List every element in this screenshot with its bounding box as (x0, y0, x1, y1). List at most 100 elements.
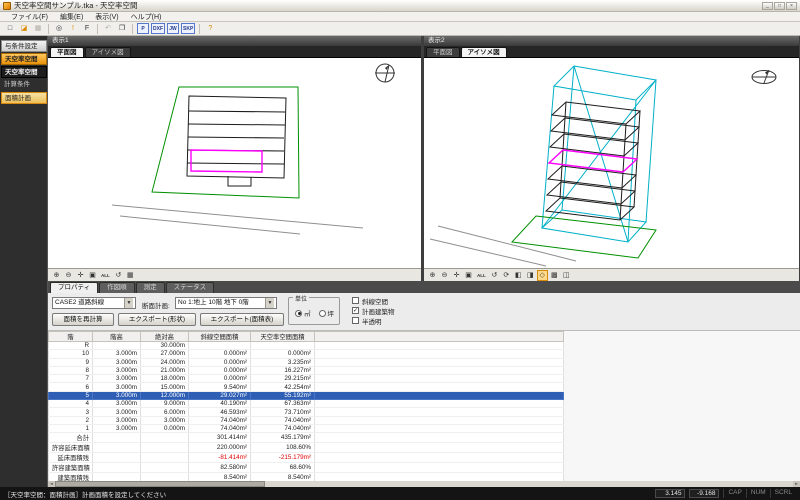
display-checkbox-0[interactable]: 斜線空間 (352, 296, 395, 305)
table-cell (315, 342, 564, 350)
section-plan-select[interactable]: No 1:地上 10階 地下 0階 ▼ (175, 297, 277, 309)
view-right-button[interactable]: ◨ (525, 270, 536, 281)
new-file-button[interactable]: □ (4, 23, 16, 34)
zoom-window-button[interactable]: ▣ (463, 270, 474, 281)
zoom-window-button[interactable]: ▣ (87, 270, 98, 281)
panel-tab-0[interactable]: プロパティ (50, 282, 98, 293)
view1-tab-1[interactable]: アイソメ図 (85, 47, 131, 57)
help-button[interactable]: ? (204, 23, 216, 34)
table-cell: 4 (49, 400, 93, 408)
zoom-all-button[interactable]: ALL (475, 270, 488, 281)
table-row[interactable]: 13.000m0.000m74.040m²74.040m² (49, 424, 564, 432)
export-plan-button[interactable]: P (137, 23, 149, 34)
display-checkbox-1[interactable]: ✓計画建築物 (352, 306, 395, 315)
table-cell (141, 433, 189, 443)
wireframe-button[interactable]: ◫ (561, 270, 572, 281)
zoom-in-button[interactable]: ⊕ (427, 270, 438, 281)
table-row[interactable]: R30.000m (49, 342, 564, 350)
export-dxf-button[interactable]: DXF (151, 23, 165, 34)
font-button[interactable]: F (81, 23, 93, 34)
table-row[interactable]: 93.000m24.000m0.000m²3.235m² (49, 358, 564, 366)
zoom-out-button[interactable]: ⊖ (439, 270, 450, 281)
summary-label: 合計 (49, 433, 93, 443)
summary-value: 108.60% (251, 443, 315, 453)
unit-radio-1[interactable]: 坪 (319, 308, 335, 318)
table-cell (141, 443, 189, 453)
export-skp-button[interactable]: SKP (181, 23, 195, 34)
plan-view-canvas[interactable] (48, 57, 421, 268)
table-row[interactable]: 63.000m15.000m9.540m²42.254m² (49, 383, 564, 391)
table-cell: 74.040m² (189, 416, 251, 424)
unit-radio-0[interactable]: ㎡ (295, 308, 311, 318)
cascade-windows-button[interactable]: ❐ (116, 23, 128, 34)
zoom-all-button[interactable]: ALL (99, 270, 112, 281)
isometric-view-button[interactable]: ◇ (537, 270, 548, 281)
checkbox-icon: ✓ (352, 307, 359, 314)
close-button[interactable]: × (786, 2, 797, 10)
table-cell: 0.000m² (189, 375, 251, 383)
table-cell (141, 453, 189, 463)
pan-button[interactable]: ✛ (75, 270, 86, 281)
find-button[interactable]: ◎ (53, 23, 65, 34)
view2-tab-0[interactable]: 平面図 (426, 47, 460, 57)
table-cell: 3.000m (141, 416, 189, 424)
minimize-button[interactable]: _ (762, 2, 773, 10)
table-row[interactable]: 83.000m21.000m0.000m²16.227m² (49, 366, 564, 374)
pan-button[interactable]: ✛ (451, 270, 462, 281)
sidebar-item-3[interactable]: 計算条件 (1, 79, 47, 91)
maximize-button[interactable]: □ (774, 2, 785, 10)
column-header: 階 (49, 332, 93, 342)
view-left-button[interactable]: ◧ (513, 270, 524, 281)
export-area-table-button[interactable]: エクスポート(面積表) (200, 313, 284, 326)
table-row[interactable]: 73.000m18.000m0.000m²29.215m² (49, 375, 564, 383)
grid-button[interactable]: ▦ (125, 270, 136, 281)
column-header: 階高 (93, 332, 141, 342)
display-checkbox-2[interactable]: 半透明 (352, 316, 395, 325)
shading-button[interactable]: ▩ (549, 270, 560, 281)
panel-tab-2[interactable]: 測定 (136, 282, 165, 293)
menu-item-3[interactable]: ヘルプ(H) (126, 12, 167, 22)
table-row[interactable]: 103.000m27.000m0.000m²0.000m² (49, 350, 564, 358)
table-cell: R (49, 342, 93, 350)
window-controls: _□× (762, 2, 797, 10)
sidebar-item-1[interactable]: 天空率空間 (1, 53, 47, 65)
view1-tab-0[interactable]: 平面図 (50, 47, 84, 57)
table-cell (141, 473, 189, 481)
menu-item-0[interactable]: ファイル(F) (6, 12, 53, 22)
view2-tab-1[interactable]: アイソメ図 (461, 47, 507, 57)
zoom-out-button[interactable]: ⊖ (63, 270, 74, 281)
section-plan-select-value: No 1:地上 10階 地下 0階 (178, 298, 249, 308)
rotate-left-button[interactable]: ↺ (489, 270, 500, 281)
table-row[interactable]: 33.000m6.000m46.593m²73.710m² (49, 408, 564, 416)
case-select[interactable]: CASE2 道路斜線 ▼ (52, 297, 136, 309)
sidebar-item-4[interactable]: 面積計画 (1, 92, 47, 104)
export-jw-button[interactable]: JW (167, 23, 179, 34)
table-row[interactable]: 43.000m9.000m40.190m²67.363m² (49, 400, 564, 408)
menu-item-2[interactable]: 表示(V) (90, 12, 123, 22)
previous-view-button[interactable]: ↺ (113, 270, 124, 281)
alert-button[interactable]: ! (67, 23, 79, 34)
summary-value: 301.414m² (189, 433, 251, 443)
table-row[interactable]: 53.000m12.000m29.027m²55.192m² (49, 391, 564, 399)
panel-tab-1[interactable]: 作図順 (99, 282, 135, 293)
table-cell: 1 (49, 424, 93, 432)
recalculate-area-button[interactable]: 面積を再計算 (52, 313, 114, 326)
selected-floor-highlight (191, 150, 262, 172)
unit-groupbox: 単位 ㎡坪 (288, 297, 340, 325)
menu-item-1[interactable]: 編集(E) (55, 12, 88, 22)
zoom-in-button[interactable]: ⊕ (51, 270, 62, 281)
open-file-button[interactable]: ◪ (18, 23, 30, 34)
app-window: 天空率空間サンプル.tka - 天空率空間 _□× ファイル(F)編集(E)表示… (0, 0, 800, 500)
main-toolbar: □◪▦◎!F↶❐PDXFJWSKP? (0, 22, 800, 36)
table-cell: 0.000m² (189, 350, 251, 358)
indicator-num: NUM (746, 489, 770, 498)
isometric-view-canvas[interactable] (424, 57, 799, 268)
sidebar-item-0[interactable]: 与条件設定 (1, 40, 47, 52)
coordinate-x: 3.145 (655, 489, 685, 498)
area-table[interactable]: 階階高絶対高斜線空間面積天空率空間面積R30.000m103.000m27.00… (48, 331, 564, 481)
rotate-right-button[interactable]: ⟳ (501, 270, 512, 281)
panel-tab-3[interactable]: ステータス (166, 282, 215, 293)
export-shape-button[interactable]: エクスポート(形状) (118, 313, 196, 326)
table-row[interactable]: 23.000m3.000m74.040m²74.040m² (49, 416, 564, 424)
property-controls: CASE2 道路斜線 ▼ 断面計画: No 1:地上 10階 地下 0階 ▼ 単… (48, 293, 800, 331)
